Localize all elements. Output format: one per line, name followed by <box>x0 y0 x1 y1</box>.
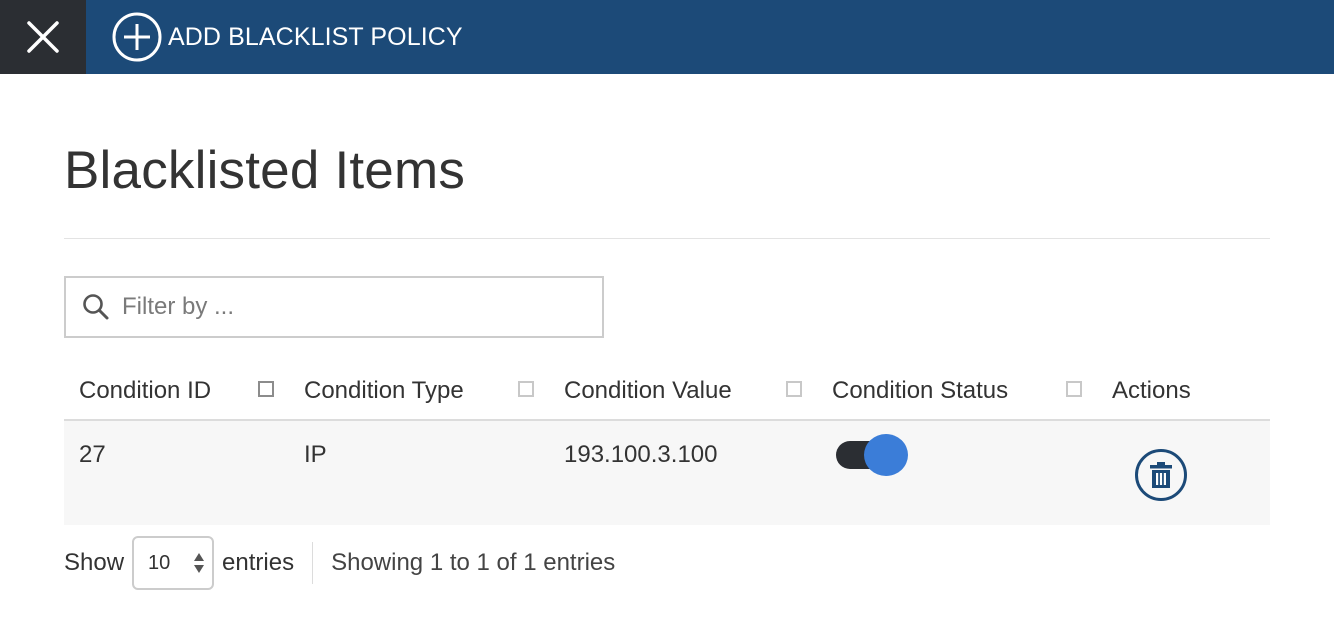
blacklist-table: Condition ID Condition Type Condition Va… <box>64 360 1270 525</box>
table-info: Showing 1 to 1 of 1 entries <box>331 549 616 576</box>
action-bar: ADD BLACKLIST POLICY <box>86 0 1334 74</box>
column-header-condition-status[interactable]: Condition Status <box>832 377 1008 405</box>
top-bar: ADD BLACKLIST POLICY <box>0 0 1334 74</box>
condition-value-cell: 193.100.3.100 <box>564 441 718 468</box>
table-footer: Show 10 entries Showing 1 to 1 of 1 entr… <box>64 536 615 590</box>
sort-icon[interactable] <box>258 381 274 397</box>
sort-icon[interactable] <box>1066 381 1082 397</box>
close-icon <box>27 21 59 53</box>
column-header-actions: Actions <box>1112 377 1191 404</box>
condition-type-cell: IP <box>304 441 327 468</box>
table-row: 27 IP 193.100.3.100 <box>64 421 1270 525</box>
plus-circle-icon <box>112 12 162 62</box>
condition-id-cell: 27 <box>79 441 106 468</box>
page-title: Blacklisted Items <box>64 141 466 200</box>
delete-button[interactable] <box>1135 449 1187 501</box>
close-button[interactable] <box>0 0 86 74</box>
column-header-condition-id[interactable]: Condition ID <box>79 377 211 405</box>
table-header: Condition ID Condition Type Condition Va… <box>64 360 1270 421</box>
entries-label: entries <box>222 549 295 576</box>
trash-icon <box>1150 462 1172 488</box>
sort-icon[interactable] <box>786 381 802 397</box>
entries-per-page-select[interactable]: 10 <box>132 536 215 590</box>
add-blacklist-policy-label: ADD BLACKLIST POLICY <box>168 22 463 51</box>
title-divider <box>64 238 1270 239</box>
select-arrows-icon <box>194 553 205 573</box>
column-header-condition-type[interactable]: Condition Type <box>304 377 464 405</box>
search-icon <box>82 293 110 321</box>
add-blacklist-policy-button[interactable]: ADD BLACKLIST POLICY <box>112 12 463 62</box>
show-label: Show <box>64 549 125 576</box>
footer-divider <box>312 542 314 584</box>
condition-status-toggle[interactable] <box>836 434 908 476</box>
search-box <box>64 276 604 338</box>
toggle-knob <box>864 434 908 476</box>
sort-icon[interactable] <box>518 381 534 397</box>
search-input[interactable] <box>122 279 602 335</box>
column-header-condition-value[interactable]: Condition Value <box>564 377 732 405</box>
entries-per-page-value: 10 <box>148 551 171 574</box>
